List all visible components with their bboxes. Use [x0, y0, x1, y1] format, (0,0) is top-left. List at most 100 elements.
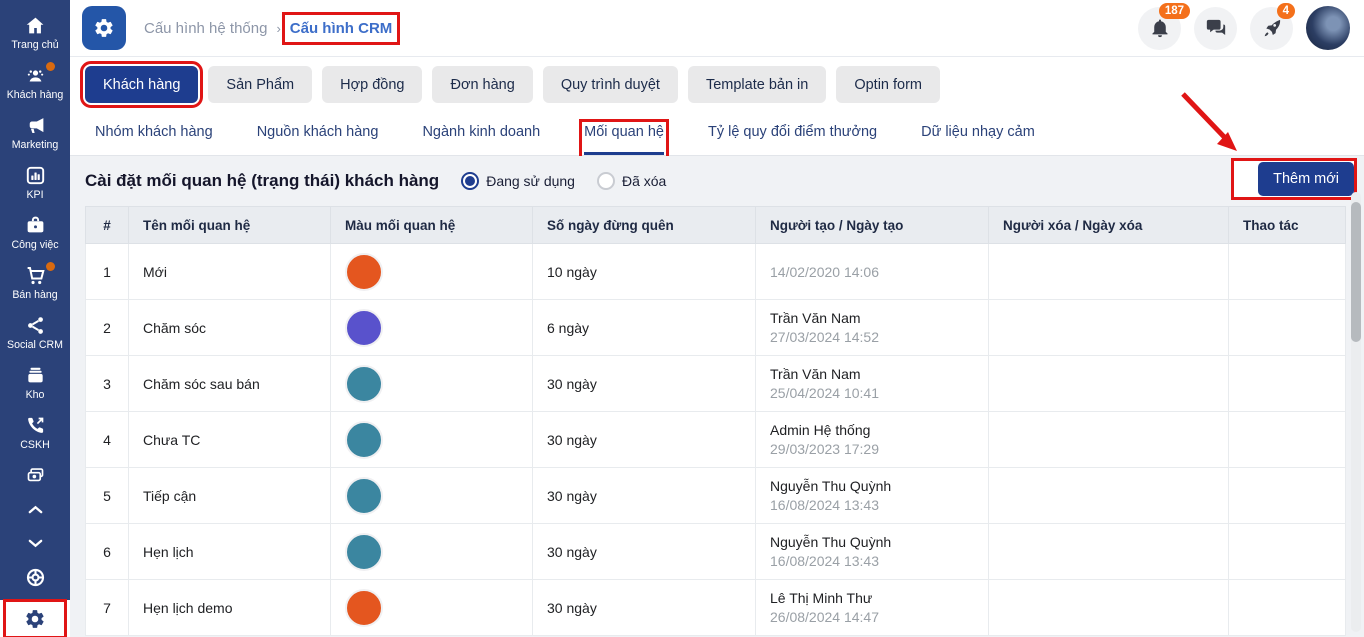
sidebar-bottom	[0, 600, 70, 637]
cell-actions	[1229, 468, 1346, 524]
tab-đơn-hàng[interactable]: Đơn hàng	[432, 66, 532, 103]
notifications-button[interactable]: 187	[1138, 7, 1181, 50]
cell-days: 30 ngày	[533, 412, 756, 468]
sidebar-item-label: Marketing	[12, 139, 59, 151]
created-date: 16/08/2024 13:43	[770, 553, 974, 569]
sidebar-item-help[interactable]	[0, 560, 70, 594]
radio-label: Đang sử dụng	[486, 173, 575, 189]
updates-button[interactable]: 4	[1250, 7, 1293, 50]
cell-deleter	[989, 244, 1229, 300]
add-new-button[interactable]: Thêm mới	[1258, 162, 1354, 196]
table-row: 5Tiếp cận 30 ngày Nguyễn Thu Quỳnh 16/08/20…	[86, 468, 1346, 524]
relation-color-dot	[345, 477, 383, 515]
cell-deleter	[989, 300, 1229, 356]
archive-icon	[25, 365, 46, 386]
chevron-up-icon	[25, 499, 46, 520]
cell-name: Tiếp cận	[129, 468, 331, 524]
sidebar-item-ban-hang[interactable]: Bán hàng	[0, 258, 70, 308]
cell-creator: Admin Hệ thống29/03/2023 17:29	[756, 412, 989, 468]
sidebar-item-label: Trang chủ	[11, 39, 58, 51]
creator-name: Nguyễn Thu Quỳnh	[770, 534, 974, 550]
sidebar-item-kho[interactable]: Kho	[0, 358, 70, 408]
cell-index: 6	[86, 524, 129, 580]
vertical-scrollbar[interactable]	[1351, 192, 1361, 632]
messages-button[interactable]	[1194, 7, 1237, 50]
status-radio-group: Đang sử dụng Đã xóa	[461, 172, 666, 190]
subtab-mối-quan-hệ[interactable]: Mối quan hệ	[584, 124, 664, 155]
user-avatar[interactable]	[1306, 6, 1350, 50]
cell-index: 4	[86, 412, 129, 468]
sidebar-item-social-crm[interactable]: Social CRM	[0, 308, 70, 358]
radio-đang-sử-dụng[interactable]: Đang sử dụng	[461, 172, 575, 190]
column-header: Người tạo / Ngày tạo	[756, 207, 989, 244]
created-date: 14/02/2020 14:06	[770, 264, 974, 280]
table-row: 4Chưa TC30 ngàyAdmin Hệ thống29/03/2023 …	[86, 412, 1346, 468]
sidebar-item-marketing[interactable]: Marketing	[0, 108, 70, 158]
creator-name: Nguyễn Thu Quỳnh	[770, 478, 974, 494]
tab-optin-form[interactable]: Optin form	[836, 66, 940, 103]
cell-deleter	[989, 356, 1229, 412]
radio-icon	[461, 172, 479, 190]
crm-config-page: Trang chủ Khách hàng Marketing KPICông việc…	[0, 0, 1364, 637]
cell-days: 10 ngày	[533, 244, 756, 300]
cell-index: 3	[86, 356, 129, 412]
sidebar-item-scroll-down[interactable]	[0, 526, 70, 560]
subtab-dữ-liệu-nhạy-cảm[interactable]: Dữ liệu nhạy cảm	[921, 124, 1035, 155]
breadcrumb-parent[interactable]: Cấu hình hệ thống	[144, 20, 267, 37]
table-row: 1Mới10 ngày14/02/2020 14:06	[86, 244, 1346, 300]
cell-color	[331, 524, 533, 580]
subtab-nhóm-khách-hàng[interactable]: Nhóm khách hàng	[95, 124, 213, 155]
subtab-ngành-kinh-doanh[interactable]: Ngành kinh doanh	[422, 124, 540, 155]
chart-icon	[25, 165, 46, 186]
created-date: 16/08/2024 13:43	[770, 497, 974, 513]
sub-tabbar: Nhóm khách hàng Nguồn khách hàng Ngành kin…	[70, 112, 1364, 156]
subtab-nguồn-khách-hàng[interactable]: Nguồn khách hàng	[257, 124, 379, 155]
home-icon	[25, 15, 46, 36]
cell-deleter	[989, 524, 1229, 580]
tab-template-bản-in[interactable]: Template bản in	[688, 66, 826, 103]
tab-sản-phẩm[interactable]: Sản Phẩm	[208, 66, 312, 103]
sidebar-item-cskh[interactable]: CSKH	[0, 408, 70, 458]
creator-name: Trần Văn Nam	[770, 310, 974, 326]
sidebar-item-khach-hang[interactable]: Khách hàng	[0, 58, 70, 108]
cell-actions	[1229, 300, 1346, 356]
briefcase-icon	[25, 215, 46, 236]
settings-button[interactable]	[10, 606, 60, 632]
scrollbar-thumb[interactable]	[1351, 202, 1361, 342]
table-row: 3Chăm sóc sau bán30 ngàyTrần Văn Nam25/0…	[86, 356, 1346, 412]
breadcrumb-separator-icon: ›	[276, 21, 280, 36]
sidebar-item-kpi[interactable]: KPI	[0, 158, 70, 208]
relations-table: #Tên mối quan hệMàu mối quan hệSố ngày đ…	[85, 206, 1346, 636]
settings-app-button[interactable]	[82, 6, 126, 50]
users-icon	[25, 65, 46, 86]
sidebar-item-label: Khách hàng	[7, 89, 64, 101]
sidebar-item-trang-chu[interactable]: Trang chủ	[0, 8, 70, 58]
cell-index: 5	[86, 468, 129, 524]
sidebar-item-label: Bán hàng	[12, 289, 57, 301]
table-row: 2Chăm sóc6 ngàyTrần Văn Nam27/03/2024 14…	[86, 300, 1346, 356]
sidebar-item-cards[interactable]	[0, 458, 70, 492]
breadcrumb-current[interactable]: Cấu hình CRM	[290, 20, 393, 37]
relation-color-dot	[345, 533, 383, 571]
cell-creator: Trần Văn Nam25/04/2024 10:41	[756, 356, 989, 412]
bell-icon	[1149, 17, 1171, 39]
cell-days: 30 ngày	[533, 468, 756, 524]
header-actions: 187 4	[1138, 6, 1350, 50]
creator-name: Trần Văn Nam	[770, 366, 974, 382]
sidebar-item-scroll-up[interactable]	[0, 492, 70, 526]
sidebar-item-cong-viec[interactable]: Công việc	[0, 208, 70, 258]
tab-hợp-đồng[interactable]: Hợp đồng	[322, 66, 422, 103]
column-header: Số ngày đừng quên	[533, 207, 756, 244]
cell-color	[331, 356, 533, 412]
subtab-tỷ-lệ-quy-đổi-điểm-thưởng[interactable]: Tỷ lệ quy đổi điểm thưởng	[708, 124, 877, 155]
updates-count-badge: 4	[1277, 3, 1295, 19]
cart-icon	[25, 265, 46, 286]
cell-color	[331, 468, 533, 524]
tab-quy-trình-duyệt[interactable]: Quy trình duyệt	[543, 66, 678, 103]
column-header: Người xóa / Ngày xóa	[989, 207, 1229, 244]
cell-creator: Trần Văn Nam27/03/2024 14:52	[756, 300, 989, 356]
sidebar-item-label: Social CRM	[7, 339, 63, 351]
table-body: 1Mới10 ngày14/02/2020 14:062Chăm sóc6 ng…	[86, 244, 1346, 636]
tab-khách-hàng[interactable]: Khách hàng	[85, 66, 198, 103]
radio-đã-xóa[interactable]: Đã xóa	[597, 172, 666, 190]
